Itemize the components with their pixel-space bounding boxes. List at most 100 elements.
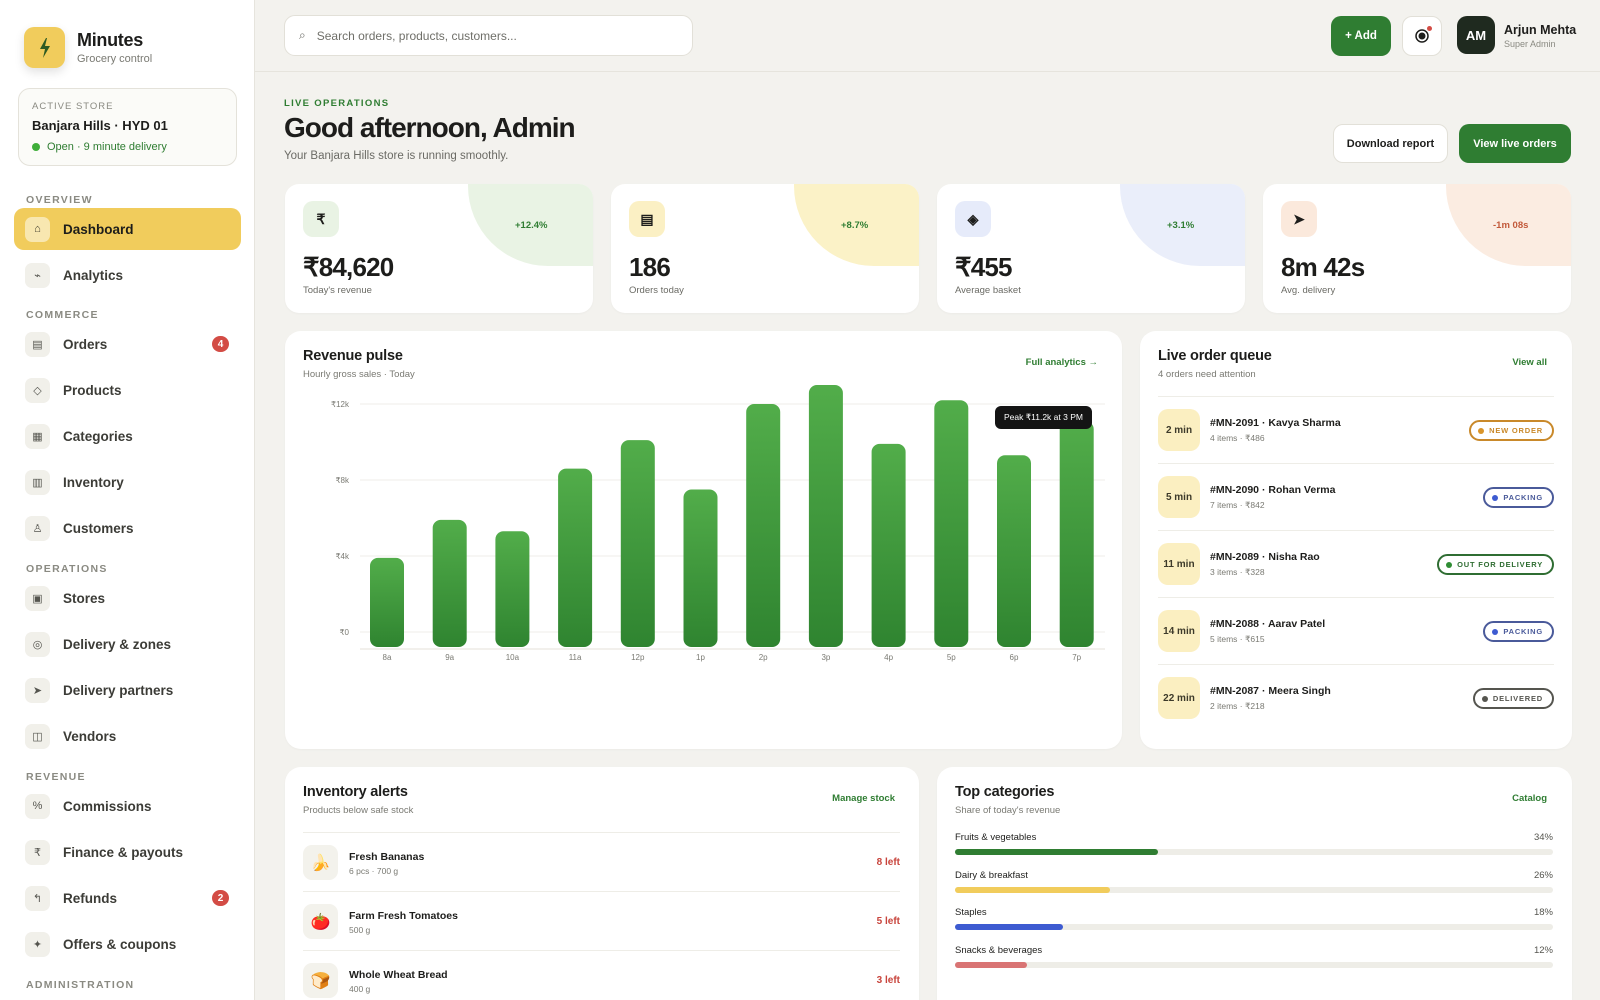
sidebar-item-delivery-partners[interactable]: ➤ Delivery partners (14, 669, 241, 711)
queue-row[interactable]: 22 min #MN-2087 · Meera Singh 2 items · ₹2… (1158, 664, 1554, 731)
category-percent: 18% (1533, 907, 1553, 918)
bar-10a[interactable] (495, 531, 530, 647)
sidebar-item-commissions[interactable]: % Commissions (14, 785, 241, 827)
sidebar-item-vendors[interactable]: ◫ Vendors (14, 715, 241, 757)
status-badge[interactable]: DELIVERED (1472, 688, 1554, 709)
order-title: #MN-2090 · Rohan Verma (1210, 484, 1336, 496)
partners-icon: ➤ (25, 677, 50, 703)
nav-section-administration: ADMINISTRATION (26, 979, 135, 991)
wait-time: 11 min (1158, 543, 1200, 585)
kpi-card[interactable]: ◈ +3.1% ₹455 Average basket (937, 184, 1245, 313)
sidebar-item-products[interactable]: ◇ Products (14, 369, 241, 411)
queue-row[interactable]: 5 min #MN-2090 · Rohan Verma 7 items · ₹84… (1158, 463, 1554, 530)
kpi-value: 8m 42s (1281, 252, 1365, 282)
manage-stock-link[interactable]: Manage stock (832, 793, 895, 804)
order-meta: 7 items · ₹842 (1210, 500, 1265, 510)
notification-dot (1427, 26, 1432, 31)
category-name: Dairy & breakfast (955, 869, 1028, 881)
status-badge[interactable]: PACKING (1483, 487, 1554, 508)
active-store-card[interactable]: ACTIVE STORE Banjara Hills · HYD 01 Open… (18, 88, 237, 166)
sidebar-item-analytics[interactable]: ⌁ Analytics (14, 254, 241, 296)
queue-title: Live order queue (1158, 348, 1272, 364)
sidebar-item-label: Products (63, 382, 122, 398)
queue-row[interactable]: 2 min #MN-2091 · Kavya Sharma 4 items · ₹4… (1158, 396, 1554, 463)
inventory-row[interactable]: 🍞 Whole Wheat Bread 400 g 3 left (303, 950, 900, 1000)
search-input[interactable] (316, 28, 657, 43)
wait-time: 22 min (1158, 677, 1200, 719)
sidebar-item-label: Dashboard (63, 221, 134, 237)
category-row[interactable]: Fruits & vegetables 34% (955, 832, 1553, 870)
download-report-button[interactable]: Download report (1333, 124, 1448, 163)
sidebar-item-label: Commissions (63, 798, 152, 814)
count-badge: 4 (212, 336, 229, 352)
bar-2p[interactable] (746, 404, 781, 647)
sidebar-item-stores[interactable]: ▣ Stores (14, 577, 241, 619)
kpi-card[interactable]: ▤ +8.7% 186 Orders today (611, 184, 919, 313)
sidebar-item-delivery-zones[interactable]: ◎ Delivery & zones (14, 623, 241, 665)
sidebar-item-inventory[interactable]: ▥ Inventory (14, 461, 241, 503)
user-role: Super Admin (1504, 39, 1556, 49)
bar-8a[interactable] (370, 557, 404, 647)
page-eyebrow: LIVE OPERATIONS (284, 98, 390, 109)
bar-9a[interactable] (432, 519, 467, 647)
view-all-link[interactable]: View all (1512, 357, 1547, 368)
queue-row[interactable]: 11 min #MN-2089 · Nisha Rao 3 items · ₹328… (1158, 530, 1554, 597)
bar-3p[interactable] (808, 385, 843, 647)
inventory-row[interactable]: 🍅 Farm Fresh Tomatoes 500 g 5 left (303, 891, 900, 950)
add-button[interactable]: + Add (1331, 16, 1391, 56)
sidebar-item-customers[interactable]: ♙ Customers (14, 507, 241, 549)
queue-row[interactable]: 14 min #MN-2088 · Aarav Patel 5 items · ₹6… (1158, 597, 1554, 664)
kpi-label: Average basket (955, 285, 1021, 296)
y-tick-label: ₹8k (335, 476, 350, 485)
orders-icon: ▤ (25, 331, 50, 357)
search-box[interactable]: ⌕ (284, 15, 693, 56)
kpi-delta: -1m 08s (1493, 220, 1529, 231)
share-bar-track (955, 886, 1553, 893)
view-live-orders-button[interactable]: View live orders (1459, 124, 1571, 163)
avatar[interactable]: AM (1457, 16, 1495, 54)
order-meta: 3 items · ₹328 (1210, 567, 1265, 577)
sidebar-item-label: Inventory (63, 474, 124, 490)
categories-title: Top categories (955, 784, 1055, 800)
offers-icon: ✦ (25, 931, 50, 957)
x-tick-label: 7p (1072, 653, 1081, 662)
y-tick-label: ₹0 (339, 628, 349, 637)
bar-12p[interactable] (620, 440, 655, 647)
bar-7p[interactable] (1059, 421, 1094, 647)
kpi-card[interactable]: ➤ -1m 08s 8m 42s Avg. delivery (1263, 184, 1571, 313)
bar-6p[interactable] (997, 455, 1031, 647)
sidebar-item-finance-payouts[interactable]: ₹ Finance & payouts (14, 831, 241, 873)
bar-5p[interactable] (934, 400, 969, 647)
catalog-link[interactable]: Catalog (1512, 793, 1547, 804)
status-badge[interactable]: PACKING (1483, 621, 1554, 642)
bar-4p[interactable] (871, 443, 906, 647)
inventory-row[interactable]: 🍌 Fresh Bananas 6 pcs · 700 g 8 left (303, 832, 900, 891)
sidebar-item-dashboard[interactable]: ⌂ Dashboard (14, 208, 241, 250)
x-tick-label: 11a (569, 653, 582, 662)
category-row[interactable]: Snacks & beverages 12% (955, 945, 1553, 983)
bar-11a[interactable] (558, 468, 593, 647)
sidebar-item-label: Finance & payouts (63, 844, 184, 860)
sidebar-item-refunds[interactable]: ↰ Refunds 2 (14, 877, 241, 919)
sidebar-item-label: Categories (63, 428, 133, 444)
status-badge[interactable]: NEW ORDER (1469, 420, 1554, 441)
user-name[interactable]: Arjun Mehta (1504, 23, 1576, 37)
wait-time: 5 min (1158, 476, 1200, 518)
live-queue-panel: Live order queue 4 orders need attention… (1140, 331, 1572, 749)
order-title: #MN-2091 · Kavya Sharma (1210, 417, 1341, 429)
brand[interactable]: Minutes Grocery control (24, 27, 152, 68)
sidebar-item-orders[interactable]: ▤ Orders 4 (14, 323, 241, 365)
status-badge[interactable]: OUT FOR DELIVERY (1437, 554, 1554, 575)
bar-1p[interactable] (683, 489, 718, 648)
sidebar-item-label: Refunds (63, 890, 117, 906)
product-meta: 6 pcs · 700 g (349, 866, 399, 876)
sidebar-item-offers-coupons[interactable]: ✦ Offers & coupons (14, 923, 241, 965)
kpi-card[interactable]: ₹ +12.4% ₹84,620 Today's revenue (285, 184, 593, 313)
sidebar-item-label: Stores (63, 590, 106, 606)
category-row[interactable]: Dairy & breakfast 26% (955, 870, 1553, 908)
sidebar-item-categories[interactable]: ▦ Categories (14, 415, 241, 457)
category-row[interactable]: Staples 18% (955, 907, 1553, 945)
share-bar-fill (955, 886, 1111, 893)
notifications-button[interactable] (1402, 16, 1442, 56)
product-meta: 400 g (349, 984, 371, 994)
